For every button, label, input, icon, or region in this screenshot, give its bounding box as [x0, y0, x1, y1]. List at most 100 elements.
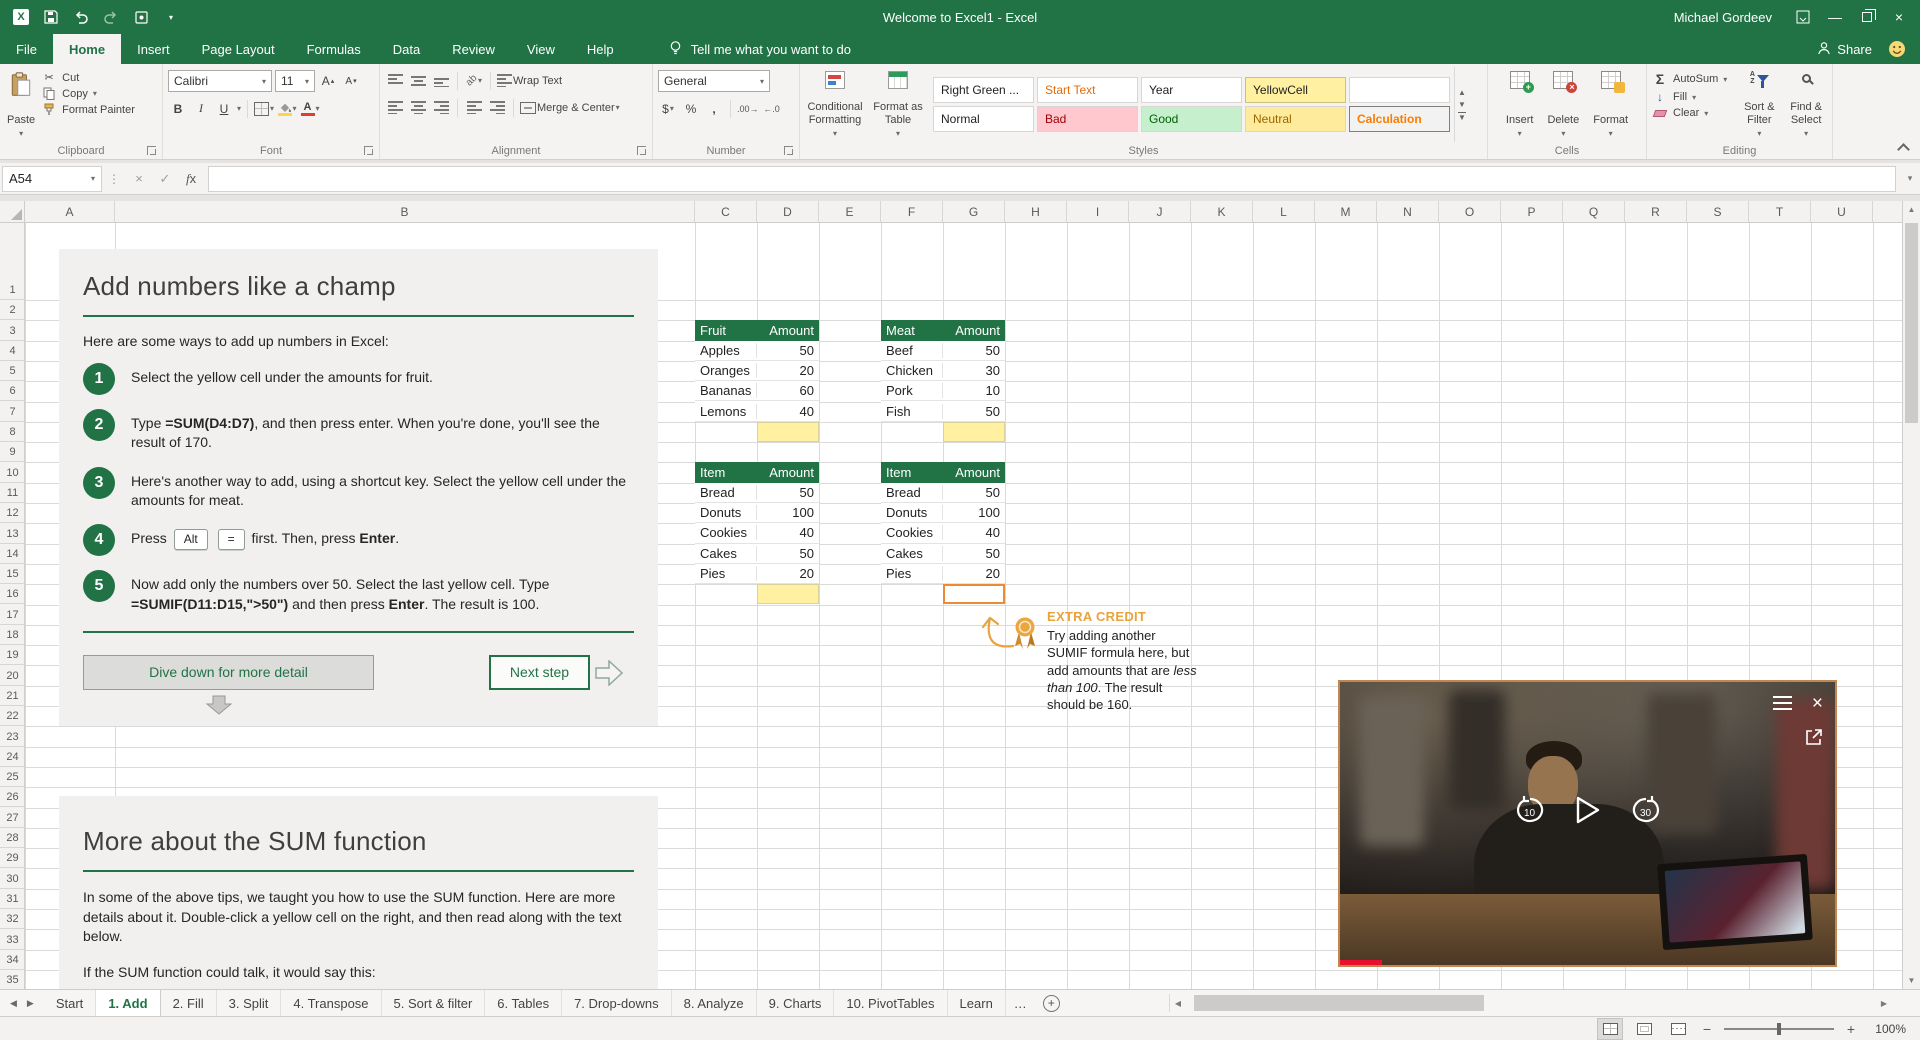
meat-row-fish[interactable]: Fish 50	[881, 401, 1005, 422]
row-header-17[interactable]: 17	[0, 605, 24, 625]
percent-format-button[interactable]: %	[681, 98, 701, 119]
scroll-up-arrow[interactable]: ▲	[1903, 205, 1920, 214]
column-header-G[interactable]: G	[943, 201, 1005, 222]
column-header-B[interactable]: B	[115, 201, 695, 222]
tell-me-box[interactable]: Tell me what you want to do	[668, 34, 851, 64]
insert-cells-button[interactable]: + Insert ▾	[1502, 67, 1538, 142]
excel-app-icon[interactable]: X	[8, 5, 34, 29]
row-header-12[interactable]: 12	[0, 503, 24, 524]
column-header-R[interactable]: R	[1625, 201, 1687, 222]
item-left-row-bread[interactable]: Bread 50	[695, 482, 819, 503]
zoom-slider-thumb[interactable]	[1777, 1022, 1781, 1035]
row-header-21[interactable]: 21	[0, 686, 24, 706]
sheet-tab-7-drop-downs[interactable]: 7. Drop-downs	[562, 990, 672, 1016]
video-player[interactable]: 10 30 ×	[1338, 680, 1837, 967]
gallery-up-button[interactable]: ▲	[1458, 88, 1466, 97]
ribbon-tab-view[interactable]: View	[511, 34, 571, 64]
row-header-3[interactable]: 3	[0, 320, 24, 341]
row-header-10[interactable]: 10	[0, 462, 24, 483]
item-right-row-donuts[interactable]: Donuts 100	[881, 502, 1005, 524]
item-right-row-cakes[interactable]: Cakes 50	[881, 543, 1005, 564]
fruit-answer-cell[interactable]	[757, 421, 819, 443]
delete-cells-button[interactable]: × Delete ▾	[1543, 67, 1583, 142]
fill-button[interactable]: ↓ Fill ▾	[1652, 90, 1733, 104]
select-all-button[interactable]	[0, 201, 25, 223]
borders-button[interactable]: ▾	[254, 98, 274, 119]
column-header-L[interactable]: L	[1253, 201, 1315, 222]
item-left-row-donuts[interactable]: Donuts 100	[695, 502, 819, 524]
comma-format-button[interactable]: ,	[704, 98, 724, 119]
align-left-button[interactable]	[385, 97, 405, 118]
column-header-Q[interactable]: Q	[1563, 201, 1625, 222]
row-header-18[interactable]: 18	[0, 625, 24, 646]
rewind-10-button[interactable]: 10	[1515, 795, 1545, 830]
column-header-H[interactable]: H	[1005, 201, 1067, 222]
paste-button[interactable]: Paste ▾	[3, 67, 39, 142]
item-right-row-bread[interactable]: Bread 50	[881, 482, 1005, 503]
row-header-14[interactable]: 14	[0, 544, 24, 564]
cell-style-normal[interactable]: Normal	[933, 106, 1034, 132]
bold-button[interactable]: B	[168, 98, 188, 119]
row-header-4[interactable]: 4	[0, 341, 24, 361]
close-button[interactable]: ×	[1884, 4, 1914, 30]
ribbon-tab-formulas[interactable]: Formulas	[291, 34, 377, 64]
row-header-1[interactable]: 1	[0, 223, 24, 300]
row-header-23[interactable]: 23	[0, 726, 24, 747]
sheet-tab-1-add[interactable]: 1. Add	[96, 990, 161, 1016]
zoom-level[interactable]: 100%	[1868, 1022, 1906, 1036]
cell-style-bad[interactable]: Bad	[1037, 106, 1138, 132]
clipboard-dialog-launcher[interactable]	[147, 146, 156, 155]
row-header-32[interactable]: 32	[0, 909, 24, 930]
row-header-13[interactable]: 13	[0, 523, 24, 544]
align-middle-button[interactable]	[408, 70, 428, 91]
scroll-right-arrow[interactable]: ▶	[1876, 994, 1892, 1012]
cell-style-calculation[interactable]: Calculation	[1349, 106, 1450, 132]
align-center-button[interactable]	[408, 97, 428, 118]
row-header-28[interactable]: 28	[0, 828, 24, 849]
play-button[interactable]	[1575, 795, 1601, 830]
column-header-E[interactable]: E	[819, 201, 881, 222]
item-left-answer-cell[interactable]	[757, 584, 819, 605]
video-close-icon[interactable]: ×	[1812, 694, 1823, 713]
increase-font-size-button[interactable]: A ▴	[318, 71, 338, 92]
ribbon-tab-page-layout[interactable]: Page Layout	[186, 34, 291, 64]
sheet-tab-6-tables[interactable]: 6. Tables	[485, 990, 563, 1016]
horizontal-scrollbar-thumb[interactable]	[1194, 995, 1484, 1011]
cell-style-year[interactable]: Year	[1141, 77, 1242, 103]
clear-button[interactable]: Clear ▾	[1652, 107, 1733, 119]
row-header-9[interactable]: 9	[0, 442, 24, 463]
increase-decimal-button[interactable]: .00→	[737, 98, 759, 119]
scroll-down-arrow[interactable]: ▼	[1903, 976, 1920, 985]
gallery-more-button[interactable]: ▼	[1458, 111, 1466, 122]
enter-formula-button[interactable]: ✓	[152, 167, 178, 191]
sort-filter-button[interactable]: AZ Sort & Filter ▾	[1735, 67, 1783, 142]
cell-style-start-text[interactable]: Start Text	[1037, 77, 1138, 103]
item-left-row-pies[interactable]: Pies 20	[695, 563, 819, 585]
currency-format-button[interactable]: $ ▾	[658, 98, 678, 119]
column-header-N[interactable]: N	[1377, 201, 1439, 222]
row-header-7[interactable]: 7	[0, 402, 24, 422]
restore-button[interactable]	[1852, 4, 1882, 30]
row-header-16[interactable]: 16	[0, 584, 24, 605]
row-header-26[interactable]: 26	[0, 787, 24, 808]
scroll-left-arrow[interactable]: ◀	[1170, 994, 1186, 1012]
row-header-29[interactable]: 29	[0, 848, 24, 869]
page-break-view-button[interactable]	[1666, 1019, 1690, 1039]
row-header-6[interactable]: 6	[0, 381, 24, 402]
fill-color-button[interactable]: ▾	[277, 98, 297, 119]
sheet-tab-4-transpose[interactable]: 4. Transpose	[281, 990, 382, 1016]
align-top-button[interactable]	[385, 70, 405, 91]
zoom-slider[interactable]	[1724, 1022, 1834, 1035]
new-sheet-button[interactable]: +	[1042, 994, 1060, 1012]
decrease-font-size-button[interactable]: A ▾	[341, 71, 361, 92]
sheet-tab-overflow[interactable]: …	[1006, 990, 1035, 1016]
sheet-tab-3-split[interactable]: 3. Split	[217, 990, 282, 1016]
column-header-F[interactable]: F	[881, 201, 943, 222]
vertical-scrollbar-thumb[interactable]	[1905, 223, 1918, 423]
normal-view-button[interactable]	[1597, 1017, 1623, 1040]
row-header-20[interactable]: 20	[0, 665, 24, 686]
row-header-33[interactable]: 33	[0, 929, 24, 950]
cut-button[interactable]: ✂ Cut	[41, 71, 135, 85]
row-header-5[interactable]: 5	[0, 361, 24, 382]
sheet-tab-start[interactable]: Start	[44, 990, 97, 1016]
